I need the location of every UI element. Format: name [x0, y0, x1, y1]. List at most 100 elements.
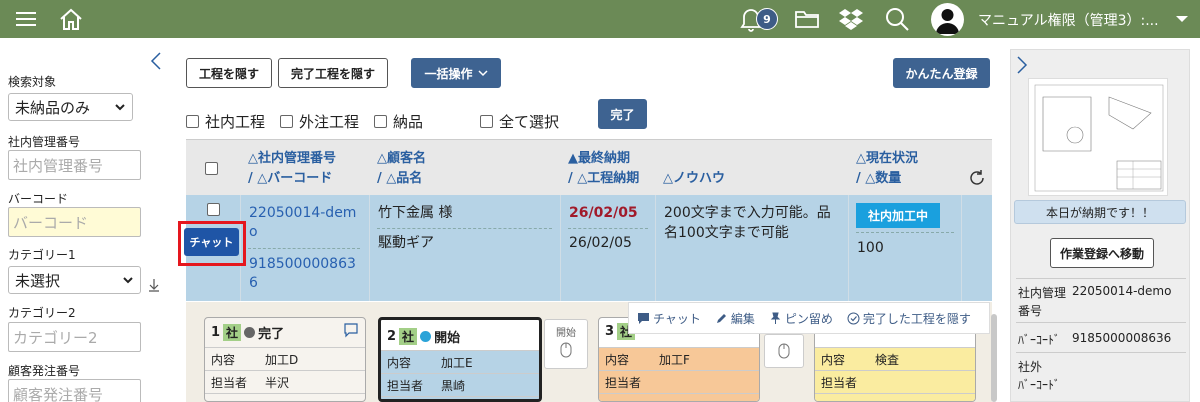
category2-input[interactable]: カテゴリー2	[8, 322, 141, 352]
knowhow-header[interactable]: △ノウハウ	[663, 169, 725, 189]
barcode-header[interactable]: / △バーコード	[248, 169, 332, 189]
chat-action-label: チャット	[653, 311, 701, 326]
customer-order-input[interactable]: 顧客発注番号	[8, 379, 141, 402]
item-name: 駆動ギア	[378, 235, 434, 251]
start-button[interactable]	[764, 334, 804, 368]
item-header[interactable]: / △品名	[377, 169, 422, 189]
person-label: 担当者	[821, 375, 858, 390]
bulk-action-button[interactable]: 一括操作	[411, 58, 501, 88]
mgmt-no-link-cont[interactable]: o	[249, 222, 258, 242]
sort-down-icon[interactable]	[148, 278, 160, 296]
column-divider	[848, 195, 849, 301]
content-value: 検査	[875, 352, 900, 367]
hide-done-action[interactable]: 完了した工程を隠す	[847, 310, 971, 327]
card-title: 2 社 開始	[387, 327, 460, 346]
cell-divider	[856, 232, 954, 233]
mgmt-no-input[interactable]: 社内管理番号	[8, 150, 141, 180]
checkbox-box[interactable]	[186, 115, 199, 128]
card-empty-row	[205, 393, 365, 401]
external-process-label: 外注工程	[299, 113, 360, 131]
caret-down-icon[interactable]	[1172, 0, 1192, 38]
barcode-label: バーコード	[8, 192, 69, 206]
user-name[interactable]: マニュアル権限（管理3）:...	[978, 10, 1159, 30]
hide-done-process-button[interactable]: 完了工程を隠す	[278, 58, 388, 88]
qty-header[interactable]: / △数量	[856, 169, 901, 189]
status-dot-icon	[244, 327, 256, 338]
barcode-link-cont[interactable]: 6	[249, 273, 258, 293]
due-today-notice: 本日が納期です！！	[1014, 200, 1186, 224]
checkbox-box[interactable]	[374, 115, 387, 128]
cell-divider	[377, 228, 552, 229]
select-all-checkbox[interactable]: 全て選択	[480, 111, 559, 132]
expand-chevron-right-icon[interactable]	[1016, 56, 1028, 78]
ext-barcode-label-cont: ﾊﾞｰｺｰﾄﾞ	[1018, 378, 1061, 392]
card-state: 完了	[258, 327, 285, 342]
card-person-row: 担当者 半沢	[205, 370, 365, 393]
start-button[interactable]: 開始	[544, 319, 588, 369]
card-person-row: 担当者	[599, 370, 759, 393]
mgmt-no-header[interactable]: △社内管理番号	[248, 149, 336, 169]
search-icon[interactable]	[882, 0, 912, 38]
search-target-label: 検索対象	[8, 75, 57, 89]
collapse-chevron-left-icon[interactable]	[150, 52, 162, 74]
row-checkbox[interactable]	[207, 203, 220, 216]
content-label: 内容	[821, 352, 846, 367]
checkbox-box[interactable]	[480, 115, 493, 128]
speech-bubble-icon[interactable]	[343, 322, 359, 342]
divider	[1016, 322, 1186, 323]
external-process-checkbox[interactable]: 外注工程	[280, 111, 359, 132]
category1-value: 未選択	[15, 271, 61, 290]
card-person-row: 担当者 黒崎	[381, 373, 539, 396]
pin-icon	[770, 312, 781, 324]
goto-work-register-button[interactable]: 作業登録へ移動	[1050, 238, 1154, 268]
folder-icon[interactable]	[792, 0, 822, 38]
scrollbar-thumb[interactable]	[991, 314, 997, 402]
home-icon[interactable]	[56, 0, 86, 38]
avatar[interactable]	[931, 3, 964, 36]
chat-button[interactable]: チャット	[184, 228, 239, 256]
hide-process-button[interactable]: 工程を隠す	[186, 58, 272, 88]
search-target-select[interactable]: 未納品のみ	[8, 93, 133, 121]
edit-action[interactable]: 編集	[715, 310, 755, 327]
refresh-icon[interactable]	[968, 169, 986, 191]
barcode-link[interactable]: 918500000863	[249, 254, 356, 274]
knowhow-text: 200文字まで入力可能。品名100文字まで可能	[664, 205, 831, 241]
person-label: 担当者	[211, 375, 248, 390]
quantity: 100	[857, 240, 884, 256]
status-header[interactable]: △現在状況	[856, 149, 918, 169]
final-due-header[interactable]: ▲最終納期	[568, 149, 630, 169]
chat-action[interactable]: チャット	[637, 310, 701, 327]
barcode-input[interactable]: バーコード	[8, 207, 141, 237]
complete-button[interactable]: 完了	[598, 99, 647, 129]
header-checkbox[interactable]	[205, 162, 218, 175]
pin-action-label: ピン留め	[784, 311, 833, 326]
category2-label: カテゴリー2	[8, 306, 76, 320]
chat-icon	[638, 312, 649, 324]
pencil-icon	[716, 313, 726, 323]
chevron-down-icon	[114, 101, 126, 116]
hide-done-action-label: 完了した工程を隠す	[862, 311, 971, 326]
content-label: 内容	[211, 352, 236, 367]
dropbox-icon[interactable]	[836, 0, 866, 38]
drawing-thumbnail[interactable]	[1028, 78, 1168, 196]
delivery-checkbox[interactable]: 納品	[374, 111, 423, 132]
internal-tag: 社	[223, 324, 242, 341]
process-card-1[interactable]: 1 社 完了 内容 加工D 担当者 半沢	[204, 317, 366, 402]
internal-process-checkbox[interactable]: 社内工程	[186, 111, 265, 132]
customer-header[interactable]: △顧客名	[377, 149, 426, 169]
column-divider	[961, 195, 962, 301]
column-divider	[655, 195, 656, 301]
checkbox-box[interactable]	[280, 115, 293, 128]
process-due-header[interactable]: / △工程納期	[568, 169, 639, 189]
mgmt-label-cont: 番号	[1018, 304, 1043, 318]
pin-action[interactable]: ピン留め	[769, 310, 833, 327]
mgmt-no-link[interactable]: 22050014-dem	[249, 203, 356, 223]
hamburger-menu-icon[interactable]	[12, 0, 40, 38]
process-due-date: 26/02/05	[569, 235, 632, 251]
card-number: 3	[605, 324, 615, 339]
category1-select[interactable]: 未選択	[8, 266, 141, 294]
content-value: 加工D	[265, 352, 299, 367]
easy-register-button[interactable]: かんたん登録	[893, 58, 990, 88]
card-content-row: 内容 検査	[815, 347, 975, 370]
process-card-2[interactable]: 2 社 開始 内容 加工E 担当者 黒崎	[378, 317, 542, 402]
